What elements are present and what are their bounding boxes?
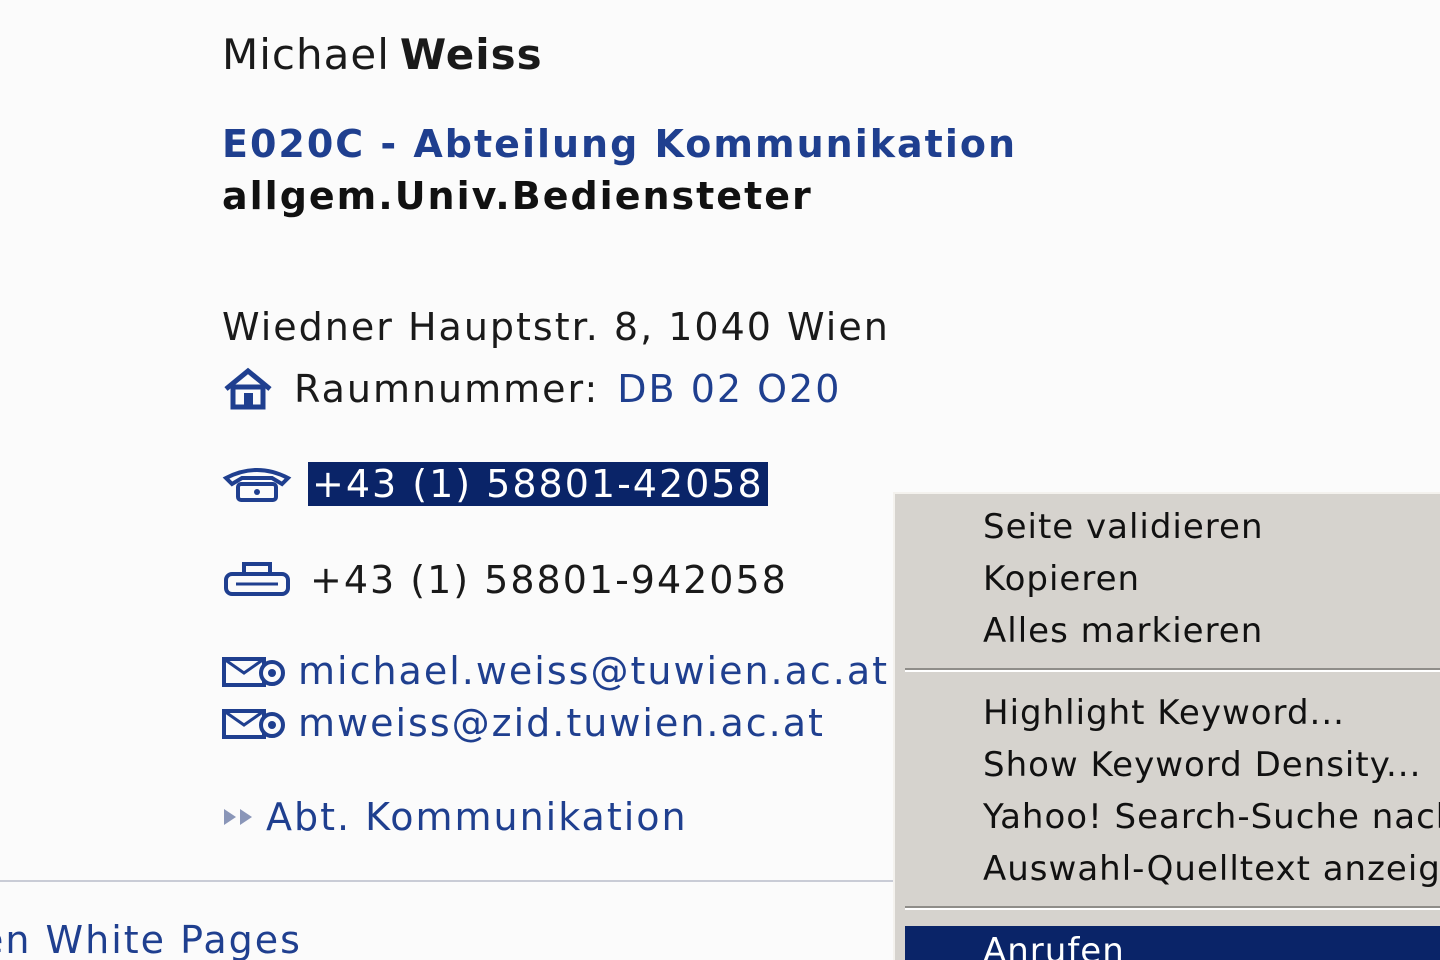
directory-page: Michael Weiss E020C - Abteilung Kommunika… <box>0 0 1440 960</box>
menu-item-auswahl-quelltext[interactable]: Auswahl-Quelltext anzeigen <box>905 844 1440 894</box>
menu-separator <box>905 906 1440 910</box>
room-value: DB 02 O20 <box>617 367 842 411</box>
menu-separator <box>905 668 1440 672</box>
fax-row: +43 (1) 58801-942058 <box>222 553 788 607</box>
person-name: Michael Weiss <box>222 30 543 79</box>
first-name: Michael <box>222 30 390 79</box>
street-address: Wiedner Hauptstr. 8, 1040 Wien <box>222 305 890 349</box>
double-arrow-icon <box>222 805 258 829</box>
menu-item-seite-validieren[interactable]: Seite validieren <box>905 502 1440 552</box>
phone-number-selected[interactable]: +43 (1) 58801-42058 <box>308 462 768 506</box>
white-pages-link[interactable]: en White Pages <box>0 918 302 960</box>
menu-item-highlight-keyword[interactable]: Highlight Keyword... <box>905 688 1440 738</box>
role-text: allgem.Univ.Bediensteter <box>222 174 813 218</box>
room-row: Raumnummer: DB 02 O20 <box>222 362 841 416</box>
department-link-heading[interactable]: E020C - Abteilung Kommunikation <box>222 122 1017 166</box>
context-menu: Seite validieren Kopieren Alles markiere… <box>893 492 1440 960</box>
house-icon <box>222 367 274 411</box>
email-row-1: michael.weiss@tuwien.ac.at <box>222 646 889 696</box>
envelope-at-icon <box>222 653 288 689</box>
phone-row: +43 (1) 58801-42058 <box>222 458 768 510</box>
department-link[interactable]: Abt. Kommunikation <box>266 795 688 839</box>
email-link-2[interactable]: mweiss@zid.tuwien.ac.at <box>298 701 825 745</box>
fax-number: +43 (1) 58801-942058 <box>310 558 788 602</box>
last-name: Weiss <box>399 30 543 79</box>
email-link-1[interactable]: michael.weiss@tuwien.ac.at <box>298 649 889 693</box>
envelope-at-icon <box>222 705 288 741</box>
menu-item-anrufen[interactable]: Anrufen <box>905 926 1440 960</box>
menu-item-alles-markieren[interactable]: Alles markieren <box>905 606 1440 656</box>
telephone-icon <box>222 464 292 504</box>
fax-icon <box>222 560 292 600</box>
room-label: Raumnummer: <box>294 367 600 411</box>
email-row-2: mweiss@zid.tuwien.ac.at <box>222 698 825 748</box>
menu-item-keyword-density[interactable]: Show Keyword Density... <box>905 740 1440 790</box>
department-link-row: Abt. Kommunikation <box>222 790 688 844</box>
menu-item-yahoo-search[interactable]: Yahoo! Search-Suche nach <box>905 792 1440 842</box>
menu-item-kopieren[interactable]: Kopieren <box>905 554 1440 604</box>
